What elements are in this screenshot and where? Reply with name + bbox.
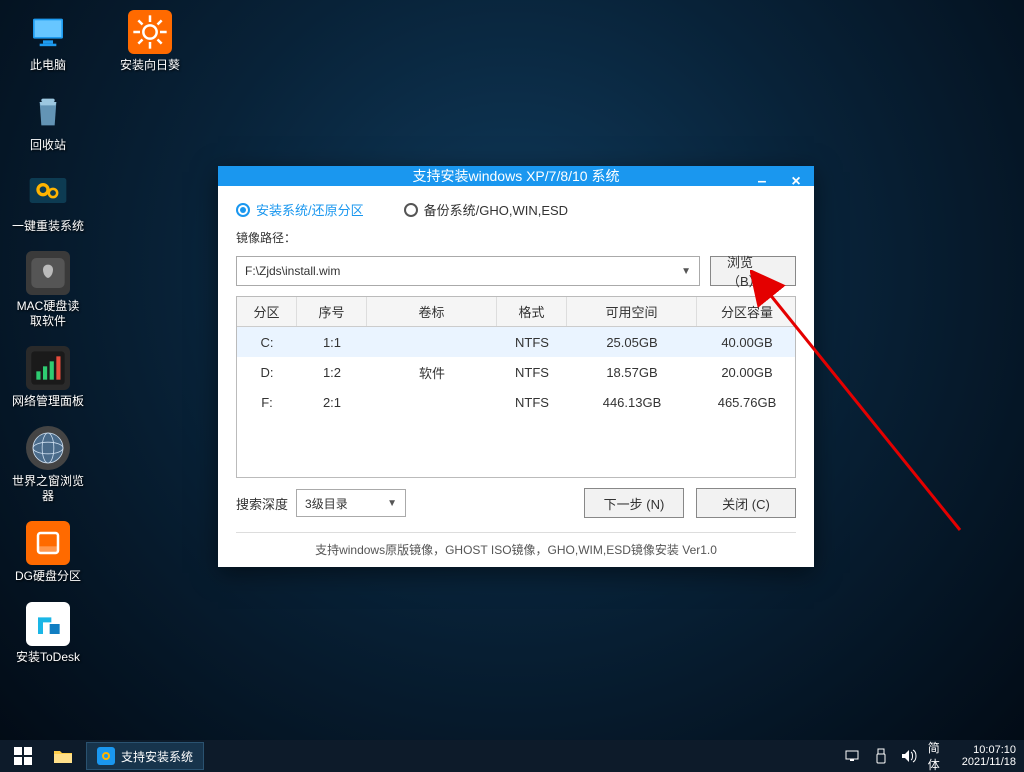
desktop-icon-label: 网络管理面板 (12, 394, 84, 408)
apple-disk-icon (26, 251, 70, 295)
installer-dialog: 支持安装windows XP/7/8/10 系统 – × 安装系统/还原分区 备… (218, 166, 814, 567)
desktop-icon-mac-disk-reader[interactable]: MAC硬盘读取软件 (12, 251, 84, 328)
search-depth-combobox[interactable]: 3级目录 ▼ (296, 489, 406, 517)
taskbar-clock[interactable]: 10:07:10 2021/11/18 (956, 744, 1016, 768)
table-rows: C: 1:1 NTFS 25.05GB 40.00GB D: 1:2 软件 NT… (237, 327, 795, 477)
desktop-icon-install-todesk[interactable]: 安装ToDesk (12, 602, 84, 664)
usb-tray-icon[interactable] (872, 747, 890, 765)
desktop-icon-dg-partition[interactable]: DG硬盘分区 (12, 521, 84, 583)
image-path-combobox[interactable]: F:\Zjds\install.wim ▼ (236, 256, 700, 286)
trash-icon (26, 90, 70, 134)
minimize-button[interactable]: – (750, 170, 774, 194)
desktop-icon-network-panel[interactable]: 网络管理面板 (12, 346, 84, 408)
file-explorer-button[interactable] (46, 740, 80, 772)
desktop-icon-one-click-reinstall[interactable]: 一键重装系统 (12, 171, 84, 233)
radio-dot-icon (236, 203, 250, 217)
sunflower-icon (128, 10, 172, 54)
ime-indicator[interactable]: 简体 (928, 747, 946, 765)
close-button-bottom[interactable]: 关闭 (C) (696, 488, 796, 518)
th-total: 分区容量 (697, 297, 797, 326)
desktop-icon-label: 一键重装系统 (12, 219, 84, 233)
th-format: 格式 (497, 297, 567, 326)
desktop-icon-label: DG硬盘分区 (15, 569, 81, 583)
dropdown-triangle-icon: ▼ (681, 266, 691, 277)
search-depth-label: 搜索深度 (236, 494, 288, 513)
clock-time: 10:07:10 (962, 744, 1016, 756)
taskbar-app-button[interactable]: 支持安装系统 (86, 742, 204, 770)
th-partition: 分区 (237, 297, 297, 326)
close-button[interactable]: × (784, 170, 808, 194)
desktop-icon-label: 回收站 (30, 138, 66, 152)
globe-icon (26, 426, 70, 470)
table-row[interactable]: D: 1:2 软件 NTFS 18.57GB 20.00GB (237, 357, 795, 387)
partition-table: 分区 序号 卷标 格式 可用空间 分区容量 C: 1:1 NTFS 25.05G… (236, 296, 796, 478)
desktop-icon-world-browser[interactable]: 世界之窗浏览器 (12, 426, 84, 503)
desktop-icon-label: 世界之窗浏览器 (12, 474, 84, 503)
todesk-icon (26, 602, 70, 646)
start-button[interactable] (0, 740, 46, 772)
th-index: 序号 (297, 297, 367, 326)
taskbar-app-label: 支持安装系统 (121, 748, 193, 765)
table-header: 分区 序号 卷标 格式 可用空间 分区容量 (237, 297, 795, 327)
windows-logo-icon (14, 747, 32, 765)
desktop-icon-label: 安装向日葵 (120, 58, 180, 72)
radio-install-restore[interactable]: 安装系统/还原分区 (236, 200, 364, 219)
taskbar: 支持安装系统 简体 10:07:10 2021/11/18 (0, 740, 1024, 772)
dg-icon (26, 521, 70, 565)
radio-label: 备份系统/GHO,WIN,ESD (424, 200, 568, 219)
desktop-icon-install-sunflower[interactable]: 安装向日葵 (114, 10, 186, 72)
folder-icon (53, 748, 73, 764)
monitor-icon (26, 10, 70, 54)
radio-label: 安装系统/还原分区 (256, 200, 364, 219)
dropdown-triangle-icon: ▼ (387, 498, 397, 509)
image-path-value: F:\Zjds\install.wim (245, 264, 340, 278)
desktop-icon-label: MAC硬盘读取软件 (12, 299, 84, 328)
image-path-label: 镜像路径： (236, 229, 796, 246)
next-button[interactable]: 下一步 (N) (584, 488, 684, 518)
table-row[interactable]: F: 2:1 NTFS 446.13GB 465.76GB (237, 387, 795, 417)
desktop-icon-label: 安装ToDesk (16, 650, 80, 664)
system-tray: 简体 10:07:10 2021/11/18 (844, 744, 1024, 768)
th-label: 卷标 (367, 297, 497, 326)
desktop-icon-label: 此电脑 (30, 58, 66, 72)
desktop-icon-this-pc[interactable]: 此电脑 (12, 10, 84, 72)
network-bars-icon (26, 346, 70, 390)
status-footer: 支持windows原版镜像，GHOST ISO镜像，GHO,WIM,ESD镜像安… (236, 532, 796, 562)
th-free: 可用空间 (567, 297, 697, 326)
radio-backup[interactable]: 备份系统/GHO,WIN,ESD (404, 200, 568, 219)
radio-dot-icon (404, 203, 418, 217)
volume-tray-icon[interactable] (900, 747, 918, 765)
desktop-icon-recycle-bin[interactable]: 回收站 (12, 90, 84, 152)
gear-app-icon (97, 747, 115, 765)
dialog-title: 支持安装windows XP/7/8/10 系统 (413, 166, 620, 186)
gears-icon (26, 171, 70, 215)
dialog-titlebar[interactable]: 支持安装windows XP/7/8/10 系统 – × (218, 166, 814, 186)
browse-button[interactable]: 浏览（B） (710, 256, 796, 286)
table-row[interactable]: C: 1:1 NTFS 25.05GB 40.00GB (237, 327, 795, 357)
network-tray-icon[interactable] (844, 747, 862, 765)
clock-date: 2021/11/18 (962, 756, 1016, 768)
